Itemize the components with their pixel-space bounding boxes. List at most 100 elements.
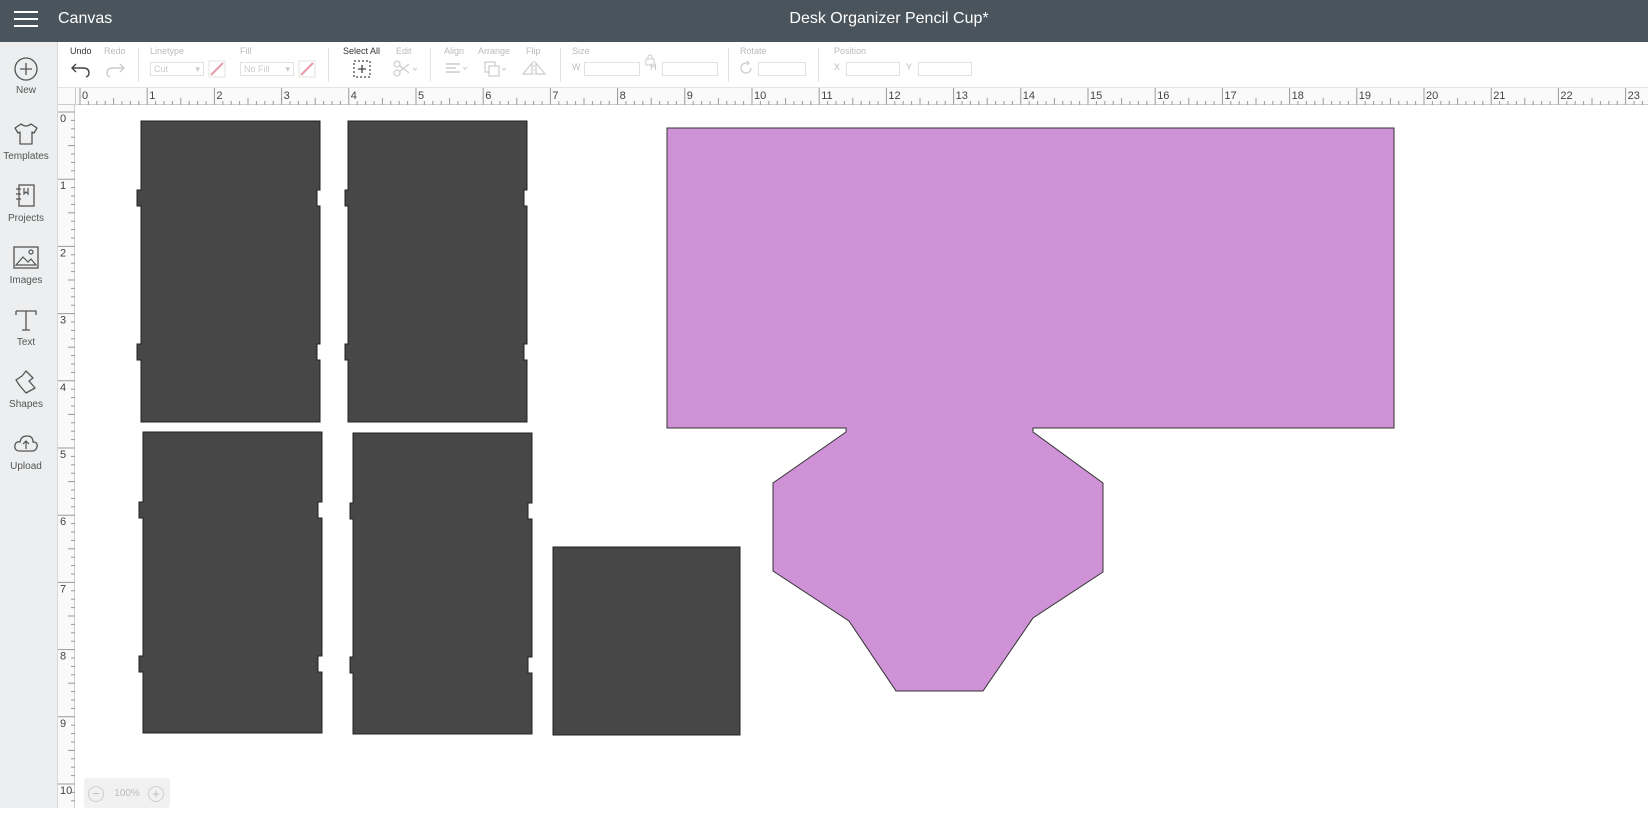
align-label: Align xyxy=(444,46,465,56)
height-input[interactable] xyxy=(662,62,718,76)
toolbar-divider xyxy=(138,48,139,82)
scissors-icon[interactable] xyxy=(392,59,420,79)
edit-toolbar: Undo Redo Linetype Cut ▾ Fill No Fill ▾ … xyxy=(58,42,1648,88)
dark-side-panel[interactable] xyxy=(138,431,323,734)
ruler-label: 2 xyxy=(216,90,222,102)
ruler-label: 3 xyxy=(284,90,290,102)
x-position-input[interactable] xyxy=(846,62,900,76)
ruler-label: 12 xyxy=(888,90,900,102)
fill-select[interactable]: No Fill ▾ xyxy=(240,62,294,76)
sidebar-item-new[interactable]: New xyxy=(0,56,52,114)
rotate-icon xyxy=(740,60,752,74)
edit-label: Edit xyxy=(396,46,412,56)
y-position-input[interactable] xyxy=(918,62,972,76)
redo-label: Redo xyxy=(104,46,126,56)
rotate-input[interactable] xyxy=(758,62,806,76)
linetype-color-icon[interactable] xyxy=(208,60,226,78)
sidebar-label: Projects xyxy=(7,213,45,224)
select-all-group: Select All xyxy=(343,46,380,56)
dark-side-panel[interactable] xyxy=(344,120,528,423)
undo-icon[interactable] xyxy=(70,60,92,78)
ruler-label: 16 xyxy=(1157,90,1169,102)
toolbar-divider xyxy=(328,48,329,82)
arrange-label: Arrange xyxy=(478,46,511,56)
design-canvas[interactable] xyxy=(76,106,1648,808)
ruler-label: 0 xyxy=(60,113,66,125)
tshirt-icon xyxy=(14,123,38,145)
linetype-select[interactable]: Cut ▾ xyxy=(150,62,204,76)
align-icon[interactable] xyxy=(444,60,470,78)
select-all-icon[interactable] xyxy=(352,59,372,79)
top-bar: Canvas Desk Organizer Pencil Cup* xyxy=(0,0,1648,42)
dark-side-panel[interactable] xyxy=(136,120,321,423)
zoom-out-button[interactable]: − xyxy=(88,786,104,802)
canvas-shapes xyxy=(136,120,1395,736)
ruler-label: 3 xyxy=(60,315,66,327)
flip-icon[interactable] xyxy=(520,59,550,79)
sidebar-label: Templates xyxy=(3,151,49,162)
sidebar-item-images[interactable]: Images xyxy=(0,244,52,302)
image-icon xyxy=(13,246,39,269)
position-label: Position xyxy=(834,46,867,56)
dark-side-panel[interactable] xyxy=(349,432,533,735)
ruler-label: 22 xyxy=(1560,90,1572,102)
ruler-label: 9 xyxy=(60,718,66,730)
toolbar-divider xyxy=(818,48,819,82)
sidebar-item-templates[interactable]: Templates xyxy=(0,120,52,178)
sidebar-item-shapes[interactable]: Shapes xyxy=(0,368,52,426)
fill-group: Fill xyxy=(240,46,252,56)
fill-color-icon[interactable] xyxy=(298,60,316,78)
horizontal-ruler: 0 1 2 3 4 5 6 7 8 9 10 11 12 13 14 15 16 17 18 19 20 21 22 23 xyxy=(58,88,1648,105)
arrange-group: Arrange xyxy=(478,46,510,56)
ruler-label: 8 xyxy=(60,651,66,663)
ruler-label: 7 xyxy=(552,90,558,102)
width-label: W xyxy=(572,62,581,72)
zoom-level: 100% xyxy=(114,788,140,799)
ruler-label: 14 xyxy=(1023,90,1035,102)
ruler-label: 17 xyxy=(1224,90,1236,102)
ruler-label: 19 xyxy=(1359,90,1371,102)
horizontal-ruler-ticks: 0 1 2 3 4 5 6 7 8 9 10 11 12 13 14 15 16 17 18 19 20 21 22 23 xyxy=(79,88,1643,105)
flip-group: Flip xyxy=(526,46,541,56)
shapes-icon xyxy=(15,370,36,394)
vertical-ruler: 0 1 2 3 4 5 6 7 8 9 10 xyxy=(58,105,75,808)
ruler-label: 13 xyxy=(956,90,968,102)
left-sidebar: New Templates Projects Images Text Shape… xyxy=(0,42,58,808)
purple-panel-shape[interactable] xyxy=(666,127,1395,692)
ruler-label: 18 xyxy=(1292,90,1304,102)
sidebar-label: Shapes xyxy=(9,399,43,410)
ruler-label: 10 xyxy=(60,785,72,797)
toolbar-divider xyxy=(430,48,431,82)
arrange-icon[interactable] xyxy=(482,59,510,79)
align-group: Align xyxy=(444,46,464,56)
linetype-group: Linetype xyxy=(150,46,184,56)
redo-icon[interactable] xyxy=(104,60,126,78)
ruler-label: 5 xyxy=(60,449,66,461)
sidebar-label: Images xyxy=(9,275,43,286)
sidebar-item-upload[interactable]: Upload xyxy=(0,430,52,488)
linetype-label: Linetype xyxy=(150,46,185,56)
toolbar-divider xyxy=(560,48,561,82)
cloud-upload-icon xyxy=(14,435,38,452)
ruler-label: 2 xyxy=(60,247,66,259)
undo-group: Undo xyxy=(70,46,92,56)
ruler-label: 4 xyxy=(351,90,357,102)
ruler-label: 8 xyxy=(620,90,626,102)
redo-group: Redo xyxy=(104,46,126,56)
select-all-label: Select All xyxy=(343,46,381,56)
sidebar-item-projects[interactable]: Projects xyxy=(0,182,52,240)
ruler-label: 10 xyxy=(754,90,766,102)
ruler-label: 6 xyxy=(485,90,491,102)
notebook-icon xyxy=(16,184,35,207)
plus-circle-icon xyxy=(14,57,38,81)
zoom-in-button[interactable]: + xyxy=(148,786,164,802)
fill-value: No Fill xyxy=(244,64,270,74)
ruler-label: 20 xyxy=(1426,90,1438,102)
dark-base-square[interactable] xyxy=(552,546,741,736)
flip-label: Flip xyxy=(526,46,541,56)
vertical-ruler-ticks: 0 1 2 3 4 5 6 7 8 9 10 xyxy=(58,111,75,802)
width-input[interactable] xyxy=(584,62,640,76)
position-group: Position xyxy=(834,46,866,56)
ruler-label: 1 xyxy=(60,180,66,192)
sidebar-item-text[interactable]: Text xyxy=(0,306,52,364)
